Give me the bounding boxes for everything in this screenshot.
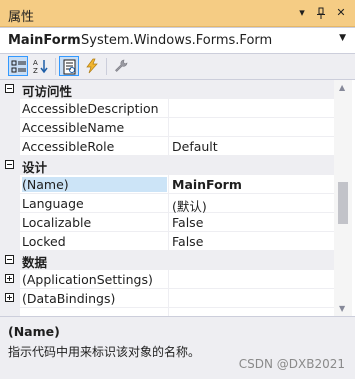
property-grid: 可访问性 AccessibleDescription AccessibleNam… bbox=[0, 80, 355, 316]
svg-text:A: A bbox=[33, 59, 38, 67]
category-label: 设计 bbox=[22, 160, 48, 175]
property-name: Locked bbox=[22, 234, 66, 249]
property-name: (ApplicationSettings) bbox=[22, 272, 153, 287]
property-row-accessible-role[interactable]: AccessibleRole Default bbox=[0, 137, 334, 156]
property-row-data-bindings[interactable]: (DataBindings) bbox=[0, 289, 334, 308]
property-value[interactable]: MainForm bbox=[172, 177, 242, 192]
category-design[interactable]: 设计 bbox=[0, 156, 334, 175]
properties-icon bbox=[63, 59, 76, 75]
alphabetical-icon: A Z bbox=[33, 59, 48, 74]
properties-window: 属性 ▾ ✕ MainForm System.Windows.Forms.For… bbox=[0, 0, 355, 379]
property-name: Localizable bbox=[22, 215, 92, 230]
property-pages-button[interactable] bbox=[111, 56, 131, 76]
collapse-icon[interactable] bbox=[5, 160, 14, 169]
pin-icon[interactable] bbox=[313, 5, 329, 21]
close-icon[interactable]: ✕ bbox=[333, 5, 349, 21]
property-name: AccessibleName bbox=[22, 120, 125, 135]
chevron-down-icon[interactable]: ▼ bbox=[339, 33, 346, 43]
category-label: 可访问性 bbox=[22, 84, 73, 99]
toolbar-separator bbox=[55, 58, 56, 75]
property-value[interactable]: False bbox=[172, 234, 203, 249]
property-value[interactable]: False bbox=[172, 215, 203, 230]
object-selector[interactable]: MainForm System.Windows.Forms.Form ▼ bbox=[0, 27, 355, 54]
property-name: (DataBindings) bbox=[22, 291, 116, 306]
scrollbar-thumb[interactable] bbox=[338, 182, 348, 224]
property-row-name[interactable]: (Name) MainForm bbox=[0, 175, 334, 194]
property-row-locked[interactable]: Locked False bbox=[0, 232, 334, 251]
category-accessibility[interactable]: 可访问性 bbox=[0, 80, 334, 99]
alphabetical-button[interactable]: A Z bbox=[31, 56, 51, 76]
property-name: (Name) bbox=[22, 177, 167, 192]
category-data[interactable]: 数据 bbox=[0, 251, 334, 270]
collapse-icon[interactable] bbox=[5, 255, 14, 264]
property-row-partial[interactable] bbox=[0, 308, 334, 316]
property-name: AccessibleRole bbox=[22, 139, 115, 154]
vertical-scrollbar[interactable]: ▲ ▼ bbox=[334, 80, 352, 316]
description-title: (Name) bbox=[8, 324, 60, 339]
property-row-application-settings[interactable]: (ApplicationSettings) bbox=[0, 270, 334, 289]
selected-object-name: MainForm bbox=[8, 33, 81, 48]
watermark: CSDN @DXB2021 bbox=[238, 357, 345, 371]
window-position-dropdown-icon[interactable]: ▾ bbox=[294, 5, 310, 21]
property-pages-wrench-icon bbox=[115, 59, 128, 72]
properties-toolbar: A Z bbox=[0, 54, 355, 80]
categorized-icon bbox=[11, 60, 26, 73]
property-name: AccessibleDescription bbox=[22, 101, 159, 116]
panel-title: 属性 bbox=[8, 10, 35, 25]
property-row-language[interactable]: Language (默认) bbox=[0, 194, 334, 214]
property-row-accessible-description[interactable]: AccessibleDescription bbox=[0, 99, 334, 118]
property-row-localizable[interactable]: Localizable False bbox=[0, 213, 334, 232]
property-row-accessible-name[interactable]: AccessibleName bbox=[0, 118, 334, 137]
selected-object-type: System.Windows.Forms.Form bbox=[81, 33, 273, 48]
scroll-down-icon[interactable]: ▼ bbox=[339, 304, 345, 313]
description-text: 指示代码中用来标识该对象的名称。 bbox=[8, 345, 201, 359]
property-name: Language bbox=[22, 196, 84, 211]
title-bar[interactable]: 属性 ▾ ✕ bbox=[0, 0, 355, 27]
properties-button[interactable] bbox=[59, 56, 79, 76]
events-button[interactable] bbox=[82, 56, 102, 76]
collapse-icon[interactable] bbox=[5, 84, 14, 93]
scroll-up-icon[interactable]: ▲ bbox=[339, 83, 345, 92]
property-value[interactable]: Default bbox=[172, 139, 218, 154]
categorized-button[interactable] bbox=[8, 56, 28, 76]
expand-icon[interactable] bbox=[5, 293, 14, 302]
category-label: 数据 bbox=[22, 255, 48, 270]
expand-icon[interactable] bbox=[5, 274, 14, 283]
svg-text:Z: Z bbox=[33, 67, 38, 74]
toolbar-separator bbox=[106, 58, 107, 75]
events-lightning-icon bbox=[86, 58, 98, 74]
